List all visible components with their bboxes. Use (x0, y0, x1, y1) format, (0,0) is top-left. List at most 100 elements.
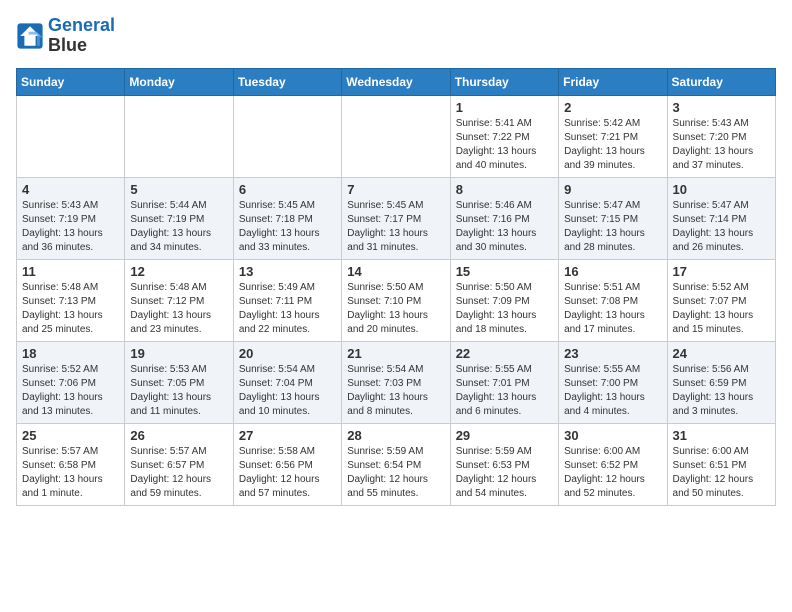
day-detail: Sunrise: 5:52 AM Sunset: 7:06 PM Dayligh… (22, 363, 119, 419)
calendar-cell: 9 Sunrise: 5:47 AM Sunset: 7:15 PM Daylig… (559, 177, 667, 259)
day-number: 20 (239, 346, 336, 361)
day-detail: Sunrise: 5:45 AM Sunset: 7:18 PM Dayligh… (239, 199, 336, 255)
logo-text: General Blue (48, 16, 115, 56)
day-detail: Sunrise: 5:48 AM Sunset: 7:13 PM Dayligh… (22, 281, 119, 337)
day-detail: Sunrise: 5:44 AM Sunset: 7:19 PM Dayligh… (130, 199, 227, 255)
day-number: 12 (130, 264, 227, 279)
calendar-cell: 4 Sunrise: 5:43 AM Sunset: 7:19 PM Daylig… (17, 177, 125, 259)
day-detail: Sunrise: 5:59 AM Sunset: 6:54 PM Dayligh… (347, 445, 444, 501)
calendar-cell: 31 Sunrise: 6:00 AM Sunset: 6:51 PM Dayli… (667, 423, 775, 505)
day-number: 31 (673, 428, 770, 443)
calendar-cell: 11Sunrise: 5:48 AM Sunset: 7:13 PM Dayli… (17, 259, 125, 341)
day-detail: Sunrise: 5:53 AM Sunset: 7:05 PM Dayligh… (130, 363, 227, 419)
calendar-cell: 20 Sunrise: 5:54 AM Sunset: 7:04 PM Dayli… (233, 341, 341, 423)
calendar-cell: 3Sunrise: 5:43 AM Sunset: 7:20 PM Daylig… (667, 95, 775, 177)
day-number: 26 (130, 428, 227, 443)
calendar-cell: 25 Sunrise: 5:57 AM Sunset: 6:58 PM Dayli… (17, 423, 125, 505)
column-header-monday: Monday (125, 68, 233, 95)
page-header: General Blue (16, 16, 776, 56)
day-detail: Sunrise: 5:45 AM Sunset: 7:17 PM Dayligh… (347, 199, 444, 255)
calendar-cell: 26 Sunrise: 5:57 AM Sunset: 6:57 PM Dayli… (125, 423, 233, 505)
day-detail: Sunrise: 5:46 AM Sunset: 7:16 PM Dayligh… (456, 199, 553, 255)
calendar-cell: 28 Sunrise: 5:59 AM Sunset: 6:54 PM Dayli… (342, 423, 450, 505)
day-number: 7 (347, 182, 444, 197)
calendar-cell: 18 Sunrise: 5:52 AM Sunset: 7:06 PM Dayli… (17, 341, 125, 423)
logo: General Blue (16, 16, 115, 56)
day-detail: Sunrise: 5:42 AM Sunset: 7:21 PM Dayligh… (564, 117, 661, 173)
day-number: 18 (22, 346, 119, 361)
day-detail: Sunrise: 5:47 AM Sunset: 7:15 PM Dayligh… (564, 199, 661, 255)
calendar-cell: 15 Sunrise: 5:50 AM Sunset: 7:09 PM Dayli… (450, 259, 558, 341)
day-detail: Sunrise: 5:43 AM Sunset: 7:20 PM Dayligh… (673, 117, 770, 173)
calendar-cell: 8 Sunrise: 5:46 AM Sunset: 7:16 PM Daylig… (450, 177, 558, 259)
day-detail: Sunrise: 5:55 AM Sunset: 7:00 PM Dayligh… (564, 363, 661, 419)
calendar-cell: 21Sunrise: 5:54 AM Sunset: 7:03 PM Dayli… (342, 341, 450, 423)
day-number: 16 (564, 264, 661, 279)
calendar-cell: 24 Sunrise: 5:56 AM Sunset: 6:59 PM Dayli… (667, 341, 775, 423)
day-detail: Sunrise: 5:50 AM Sunset: 7:10 PM Dayligh… (347, 281, 444, 337)
day-detail: Sunrise: 5:48 AM Sunset: 7:12 PM Dayligh… (130, 281, 227, 337)
day-number: 21 (347, 346, 444, 361)
calendar-cell: 13Sunrise: 5:49 AM Sunset: 7:11 PM Dayli… (233, 259, 341, 341)
calendar-cell: 5 Sunrise: 5:44 AM Sunset: 7:19 PM Daylig… (125, 177, 233, 259)
day-number: 29 (456, 428, 553, 443)
calendar-cell (233, 95, 341, 177)
general-blue-icon (16, 22, 44, 50)
calendar-cell: 14 Sunrise: 5:50 AM Sunset: 7:10 PM Dayli… (342, 259, 450, 341)
day-number: 17 (673, 264, 770, 279)
day-number: 14 (347, 264, 444, 279)
column-header-sunday: Sunday (17, 68, 125, 95)
column-header-saturday: Saturday (667, 68, 775, 95)
day-detail: Sunrise: 5:49 AM Sunset: 7:11 PM Dayligh… (239, 281, 336, 337)
day-detail: Sunrise: 5:54 AM Sunset: 7:04 PM Dayligh… (239, 363, 336, 419)
day-detail: Sunrise: 5:41 AM Sunset: 7:22 PM Dayligh… (456, 117, 553, 173)
calendar-week-row: 18 Sunrise: 5:52 AM Sunset: 7:06 PM Dayli… (17, 341, 776, 423)
day-detail: Sunrise: 5:51 AM Sunset: 7:08 PM Dayligh… (564, 281, 661, 337)
day-detail: Sunrise: 5:47 AM Sunset: 7:14 PM Dayligh… (673, 199, 770, 255)
day-detail: Sunrise: 5:43 AM Sunset: 7:19 PM Dayligh… (22, 199, 119, 255)
day-number: 1 (456, 100, 553, 115)
calendar-cell: 29 Sunrise: 5:59 AM Sunset: 6:53 PM Dayli… (450, 423, 558, 505)
day-number: 19 (130, 346, 227, 361)
calendar-cell: 12 Sunrise: 5:48 AM Sunset: 7:12 PM Dayli… (125, 259, 233, 341)
calendar-cell: 27Sunrise: 5:58 AM Sunset: 6:56 PM Dayli… (233, 423, 341, 505)
calendar-header-row: SundayMondayTuesdayWednesdayThursdayFrid… (17, 68, 776, 95)
calendar-cell: 10 Sunrise: 5:47 AM Sunset: 7:14 PM Dayli… (667, 177, 775, 259)
day-detail: Sunrise: 6:00 AM Sunset: 6:52 PM Dayligh… (564, 445, 661, 501)
day-detail: Sunrise: 5:52 AM Sunset: 7:07 PM Dayligh… (673, 281, 770, 337)
calendar-cell: 23Sunrise: 5:55 AM Sunset: 7:00 PM Dayli… (559, 341, 667, 423)
calendar-cell (342, 95, 450, 177)
calendar-week-row: 11Sunrise: 5:48 AM Sunset: 7:13 PM Dayli… (17, 259, 776, 341)
day-number: 9 (564, 182, 661, 197)
column-header-wednesday: Wednesday (342, 68, 450, 95)
day-number: 10 (673, 182, 770, 197)
calendar-cell: 17 Sunrise: 5:52 AM Sunset: 7:07 PM Dayli… (667, 259, 775, 341)
day-number: 2 (564, 100, 661, 115)
day-number: 30 (564, 428, 661, 443)
day-detail: Sunrise: 5:57 AM Sunset: 6:57 PM Dayligh… (130, 445, 227, 501)
day-number: 24 (673, 346, 770, 361)
day-detail: Sunrise: 5:56 AM Sunset: 6:59 PM Dayligh… (673, 363, 770, 419)
day-detail: Sunrise: 5:57 AM Sunset: 6:58 PM Dayligh… (22, 445, 119, 501)
calendar-week-row: 1 Sunrise: 5:41 AM Sunset: 7:22 PM Daylig… (17, 95, 776, 177)
calendar-cell: 16 Sunrise: 5:51 AM Sunset: 7:08 PM Dayli… (559, 259, 667, 341)
day-number: 22 (456, 346, 553, 361)
day-detail: Sunrise: 5:55 AM Sunset: 7:01 PM Dayligh… (456, 363, 553, 419)
calendar-week-row: 25 Sunrise: 5:57 AM Sunset: 6:58 PM Dayli… (17, 423, 776, 505)
calendar-cell: 6Sunrise: 5:45 AM Sunset: 7:18 PM Daylig… (233, 177, 341, 259)
day-number: 25 (22, 428, 119, 443)
day-number: 5 (130, 182, 227, 197)
day-detail: Sunrise: 5:59 AM Sunset: 6:53 PM Dayligh… (456, 445, 553, 501)
day-number: 27 (239, 428, 336, 443)
day-number: 4 (22, 182, 119, 197)
day-detail: Sunrise: 6:00 AM Sunset: 6:51 PM Dayligh… (673, 445, 770, 501)
calendar-cell: 7 Sunrise: 5:45 AM Sunset: 7:17 PM Daylig… (342, 177, 450, 259)
day-detail: Sunrise: 5:50 AM Sunset: 7:09 PM Dayligh… (456, 281, 553, 337)
calendar-cell: 1 Sunrise: 5:41 AM Sunset: 7:22 PM Daylig… (450, 95, 558, 177)
day-number: 28 (347, 428, 444, 443)
day-number: 8 (456, 182, 553, 197)
calendar-cell: 19 Sunrise: 5:53 AM Sunset: 7:05 PM Dayli… (125, 341, 233, 423)
calendar-cell: 2 Sunrise: 5:42 AM Sunset: 7:21 PM Daylig… (559, 95, 667, 177)
day-number: 15 (456, 264, 553, 279)
calendar-cell (125, 95, 233, 177)
